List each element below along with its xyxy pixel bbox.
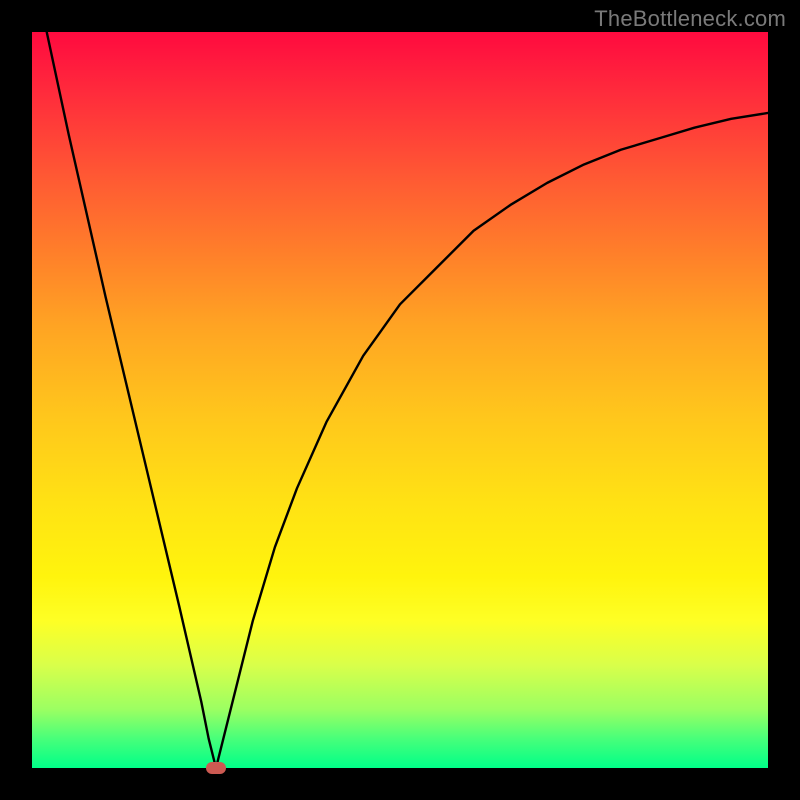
watermark-text: TheBottleneck.com [594, 6, 786, 32]
curve-path [47, 32, 768, 768]
bottleneck-curve [32, 32, 768, 768]
chart-frame: TheBottleneck.com [0, 0, 800, 800]
minimum-marker [206, 762, 226, 774]
plot-area [32, 32, 768, 768]
